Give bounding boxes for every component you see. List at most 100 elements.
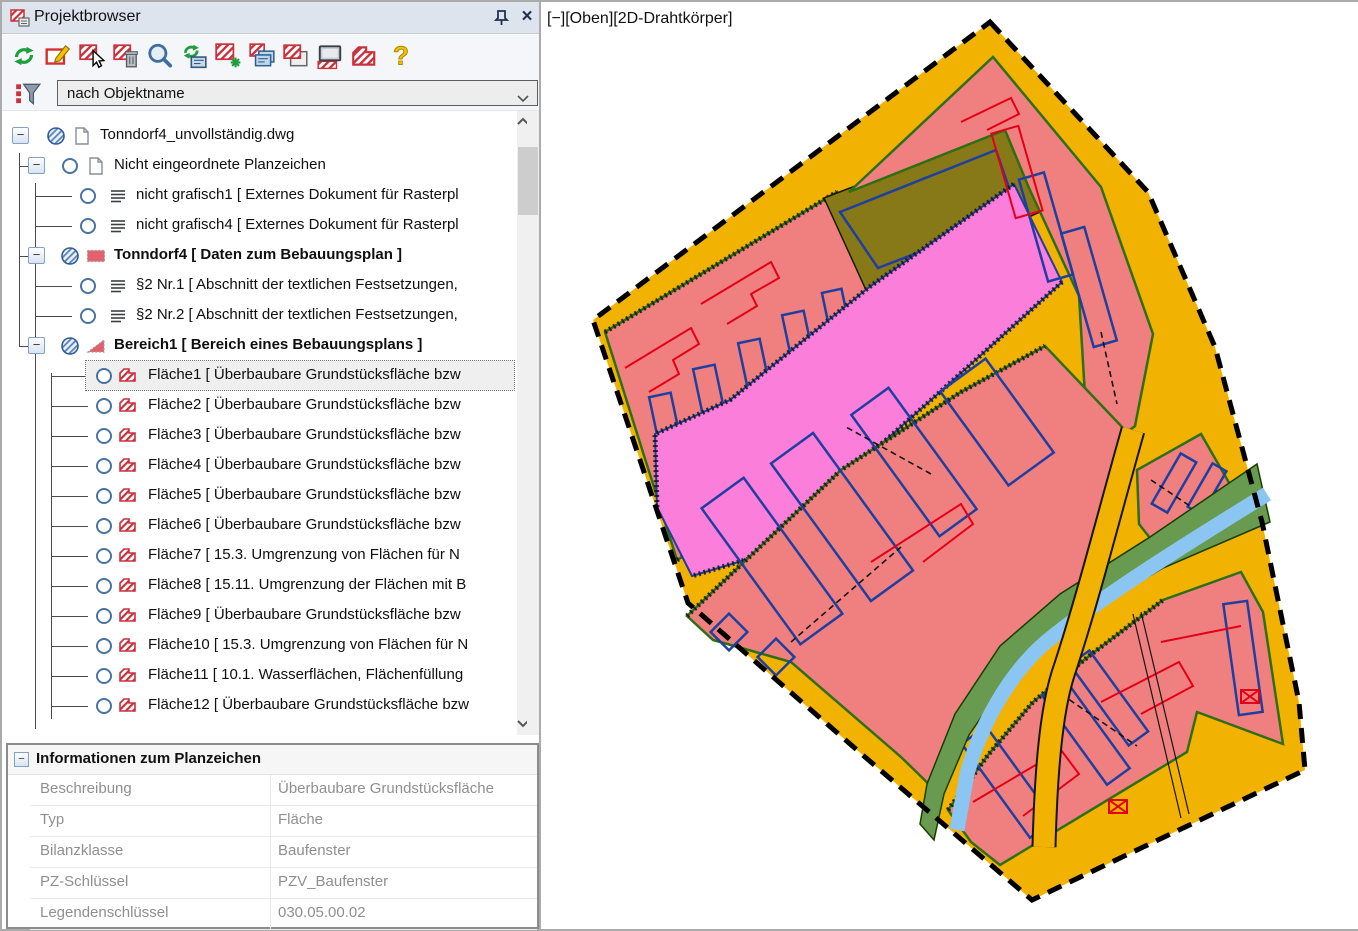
- flaeche-icon: [118, 666, 138, 686]
- filter-icon: [14, 80, 42, 113]
- tree-item[interactable]: −Tonndorf4 [ Daten zum Bebauungsplan ]: [2, 241, 517, 271]
- pin-icon[interactable]: [490, 7, 512, 29]
- edit-planzeichen-icon[interactable]: [44, 42, 72, 70]
- flaeche-planzeichen-icon[interactable]: [350, 42, 378, 70]
- tree-item[interactable]: Fläche9 [ Überbaubare Grundstücksfläche …: [2, 601, 517, 631]
- svg-text:?: ?: [393, 43, 409, 70]
- tree-item-label: §2 Nr.2 [ Abschnitt der textlichen Fests…: [136, 306, 458, 323]
- circle-icon: [78, 186, 98, 206]
- tree-item-label: nicht grafisch1 [ Externes Dokument für …: [136, 186, 459, 203]
- tree-item-label: Fläche4 [ Überbaubare Grundstücksfläche …: [148, 456, 461, 473]
- expander-minus-icon[interactable]: −: [28, 157, 45, 174]
- scrollbar-thumb[interactable]: [518, 147, 538, 215]
- tree-item[interactable]: Fläche10 [ 15.3. Umgrenzung von Flächen …: [2, 631, 517, 661]
- globe-icon: [60, 336, 80, 356]
- tree-item-label: Fläche2 [ Überbaubare Grundstücksfläche …: [148, 396, 461, 413]
- info-value: PZV_Baufenster: [278, 873, 388, 890]
- tree-item[interactable]: Fläche4 [ Überbaubare Grundstücksfläche …: [2, 451, 517, 481]
- tree-item[interactable]: Fläche3 [ Überbaubare Grundstücksfläche …: [2, 421, 517, 451]
- search-icon[interactable]: [146, 42, 174, 70]
- flaeche-icon: [118, 396, 138, 416]
- tree-item-label: Fläche7 [ 15.3. Umgrenzung von Flächen f…: [148, 546, 460, 563]
- circle-icon: [94, 426, 114, 446]
- flaeche-icon: [118, 456, 138, 476]
- info-value: Überbaubare Grundstücksfläche: [278, 780, 494, 797]
- info-label: PZ-Schlüssel: [40, 873, 128, 890]
- circle-icon: [94, 516, 114, 536]
- tree-item[interactable]: Fläche1 [ Überbaubare Grundstücksfläche …: [2, 361, 517, 391]
- info-row: PZ-Schlüssel PZV_Baufenster: [30, 868, 537, 899]
- expander-minus-icon[interactable]: −: [12, 127, 29, 144]
- circle-icon: [60, 156, 80, 176]
- redrect-icon: [86, 246, 106, 266]
- flaeche-icon: [118, 576, 138, 596]
- delete-planzeichen-icon[interactable]: [112, 42, 140, 70]
- tree-item[interactable]: Fläche11 [ 10.1. Wasserflächen, Flächenf…: [2, 661, 517, 691]
- sort-mode-dropdown[interactable]: nach Objektname: [57, 80, 538, 106]
- globe-icon: [60, 246, 80, 266]
- globe-icon: [46, 126, 66, 146]
- overlay-planzeichen-icon[interactable]: [282, 42, 310, 70]
- update-planzeichen-icon[interactable]: [180, 42, 208, 70]
- tree-item[interactable]: −Nicht eingeordnete Planzeichen: [2, 151, 517, 181]
- circle-icon: [94, 636, 114, 656]
- tree-item[interactable]: Fläche2 [ Überbaubare Grundstücksfläche …: [2, 391, 517, 421]
- tree-item[interactable]: − Tonndorf4_unvollständig.dwg: [2, 121, 517, 151]
- circle-icon: [94, 486, 114, 506]
- copy-planzeichen-icon[interactable]: [248, 42, 276, 70]
- lines-icon: [108, 216, 128, 236]
- circle-icon: [94, 546, 114, 566]
- expander-minus-icon[interactable]: −: [28, 337, 45, 354]
- help-icon[interactable]: ?: [387, 42, 415, 70]
- tree-item-label: Tonndorf4_unvollständig.dwg: [100, 126, 294, 143]
- info-row: BilanzklasseBaufenster: [30, 837, 537, 868]
- circle-icon: [94, 456, 114, 476]
- tree-item[interactable]: Fläche7 [ 15.3. Umgrenzung von Flächen f…: [2, 541, 517, 571]
- circle-icon: [78, 216, 98, 236]
- info-row: Legendenschlüssel030.05.00.02: [30, 899, 537, 930]
- tree-item[interactable]: §2 Nr.2 [ Abschnitt der textlichen Fests…: [2, 301, 517, 331]
- tree-item[interactable]: −Bereich1 [ Bereich eines Bebauungsplans…: [2, 331, 517, 361]
- scroll-down-icon[interactable]: [517, 713, 539, 735]
- application-window: Projektbrowser × ? nach Obje: [0, 0, 1358, 931]
- plan-map[interactable]: [541, 2, 1358, 929]
- collapse-icon[interactable]: −: [14, 752, 29, 767]
- tree-item[interactable]: nicht grafisch1 [ Externes Dokument für …: [2, 181, 517, 211]
- tree-item-label: Fläche6 [ Überbaubare Grundstücksfläche …: [148, 516, 461, 533]
- circle-icon: [94, 666, 114, 686]
- tree-item[interactable]: Fläche8 [ 15.11. Umgrenzung der Flächen …: [2, 571, 517, 601]
- tree-item[interactable]: Fläche12 [ Überbaubare Grundstücksfläche…: [2, 691, 517, 721]
- info-panel: − Informationen zum Planzeichen Beschrei…: [6, 743, 539, 929]
- tree-item[interactable]: nicht grafisch4 [ Externes Dokument für …: [2, 211, 517, 241]
- tree-scrollbar[interactable]: [517, 111, 539, 735]
- refresh-icon[interactable]: [10, 42, 38, 70]
- pick-planzeichen-icon[interactable]: [78, 42, 106, 70]
- tree-item[interactable]: §2 Nr.1 [ Abschnitt der textlichen Fests…: [2, 271, 517, 301]
- tree-item[interactable]: Fläche5 [ Überbaubare Grundstücksfläche …: [2, 481, 517, 511]
- projektbrowser-icon: [10, 8, 30, 33]
- expander-minus-icon[interactable]: −: [28, 247, 45, 264]
- info-value: Fläche: [278, 811, 323, 828]
- flaeche-icon: [118, 546, 138, 566]
- filter-row: nach Objektname: [2, 76, 539, 111]
- flaeche-icon: [118, 366, 138, 386]
- drawing-viewport[interactable]: [−][Oben][2D-Drahtkörper]: [541, 2, 1358, 929]
- info-value: 030.05.00.02: [278, 904, 366, 921]
- tree-item[interactable]: Fläche6 [ Überbaubare Grundstücksfläche …: [2, 511, 517, 541]
- flaeche-icon: [118, 606, 138, 626]
- page-icon: [72, 126, 92, 146]
- circle-icon: [94, 696, 114, 716]
- circle-icon: [94, 366, 114, 386]
- tree-item-label: Fläche8 [ 15.11. Umgrenzung der Flächen …: [148, 576, 466, 593]
- flaeche-icon: [118, 636, 138, 656]
- planzeichen-tree: − Tonndorf4_unvollständig.dwg −Nicht einge…: [2, 111, 517, 735]
- scroll-up-icon[interactable]: [517, 111, 539, 133]
- circle-icon: [94, 576, 114, 596]
- info-row: BeschreibungÜberbaubare Grundstücksfläch…: [30, 775, 537, 806]
- lines-icon: [108, 186, 128, 206]
- add-planzeichen-icon[interactable]: [214, 42, 242, 70]
- screen-planzeichen-icon[interactable]: [316, 42, 344, 70]
- toolbar: ?: [2, 35, 539, 76]
- close-icon[interactable]: ×: [516, 4, 538, 30]
- panel-title: Projektbrowser: [34, 8, 141, 26]
